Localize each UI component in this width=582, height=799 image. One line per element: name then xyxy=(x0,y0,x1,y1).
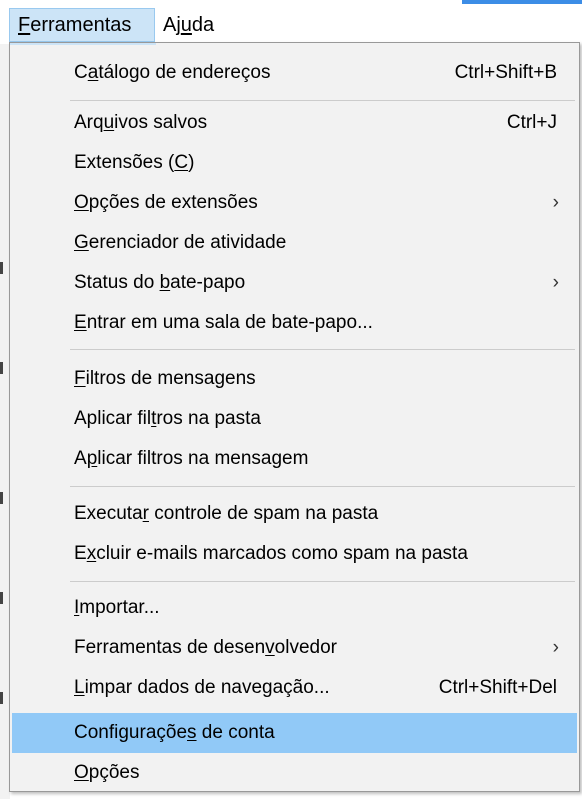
menu-item-shortcut: Ctrl+Shift+B xyxy=(454,62,557,83)
menu-item-delete-spam[interactable]: Excluir e-mails marcados como spam na pa… xyxy=(12,534,577,574)
menu-item-run-spam-control[interactable]: Executar controle de spam na pasta xyxy=(12,494,577,534)
menu-item-activity-manager[interactable]: Gerenciador de atividade xyxy=(12,223,577,263)
menu-item-shortcut: Ctrl+J xyxy=(506,112,557,133)
menu-item-label: Executar controle de spam na pasta xyxy=(74,503,379,524)
menu-item-apply-filters-message[interactable]: Aplicar filtros na mensagem xyxy=(12,439,577,479)
menu-item-label: Arquivos salvos xyxy=(74,112,208,133)
menu-item-label: Opções xyxy=(74,762,140,783)
menu-separator xyxy=(70,100,575,101)
window-accent xyxy=(462,0,582,4)
background-mark xyxy=(0,262,3,274)
menu-item-label: Aplicar filtros na mensagem xyxy=(74,448,309,469)
menu-item-account-settings[interactable]: Configurações de conta xyxy=(12,713,577,753)
tools-dropdown-menu: Catálogo de endereços Ctrl+Shift+B Arqui… xyxy=(9,42,580,792)
menu-separator xyxy=(70,486,575,487)
menu-item-join-chat-room[interactable]: Entrar em uma sala de bate-papo... xyxy=(12,303,577,343)
menu-item-chat-status[interactable]: Status do bate-papo › xyxy=(12,263,577,303)
menu-item-extension-options[interactable]: Opções de extensões › xyxy=(12,183,577,223)
menu-item-label: Catálogo de endereços xyxy=(74,62,271,83)
menu-item-label: Configurações de conta xyxy=(74,722,275,743)
menu-item-extensions[interactable]: Extensões (C) xyxy=(12,143,577,183)
menu-item-address-book[interactable]: Catálogo de endereços Ctrl+Shift+B xyxy=(12,53,577,93)
menu-ferramentas[interactable]: Ferramentas xyxy=(9,8,155,42)
menu-item-apply-filters-folder[interactable]: Aplicar filtros na pasta xyxy=(12,399,577,439)
menu-item-label: Excluir e-mails marcados como spam na pa… xyxy=(74,543,468,564)
menu-item-import[interactable]: Importar... xyxy=(12,588,577,628)
chevron-right-icon: › xyxy=(552,272,559,293)
menu-separator xyxy=(70,349,575,350)
menu-item-label: Filtros de mensagens xyxy=(74,368,256,389)
dropdown-attach xyxy=(10,43,156,45)
menu-ajuda[interactable]: Ajuda xyxy=(155,8,222,42)
menu-item-label: Status do bate-papo xyxy=(74,272,246,293)
chevron-right-icon: › xyxy=(552,192,559,213)
menu-item-label: Entrar em uma sala de bate-papo... xyxy=(74,312,373,333)
menu-item-label: Aplicar filtros na pasta xyxy=(74,408,261,429)
menu-item-shortcut: Ctrl+Shift+Del xyxy=(438,677,557,698)
menu-item-options[interactable]: Opções xyxy=(12,753,577,793)
menu-item-label: Limpar dados de navegação... xyxy=(74,677,330,698)
background-mark xyxy=(0,592,3,604)
background-mark xyxy=(0,692,3,704)
app-window: Ferramentas Ajuda Catálogo de endereços … xyxy=(0,0,582,799)
menu-item-saved-files[interactable]: Arquivos salvos Ctrl+J xyxy=(12,103,577,143)
menu-item-label: Extensões (C) xyxy=(74,152,195,173)
background-mark xyxy=(0,362,3,374)
menu-item-label: Ferramentas de desenvolvedor xyxy=(74,637,337,658)
menu-item-label: Importar... xyxy=(74,597,160,618)
background-mark xyxy=(0,492,3,504)
chevron-right-icon: › xyxy=(552,637,559,658)
menu-item-clear-browsing-data[interactable]: Limpar dados de navegação... Ctrl+Shift+… xyxy=(12,668,577,708)
menu-bar: Ferramentas Ajuda xyxy=(0,0,582,44)
menu-item-message-filters[interactable]: Filtros de mensagens xyxy=(12,359,577,399)
menu-item-label: Gerenciador de atividade xyxy=(74,232,287,253)
menu-item-label: Opções de extensões xyxy=(74,192,258,213)
menu-separator xyxy=(70,581,575,582)
menu-item-developer-tools[interactable]: Ferramentas de desenvolvedor › xyxy=(12,628,577,668)
